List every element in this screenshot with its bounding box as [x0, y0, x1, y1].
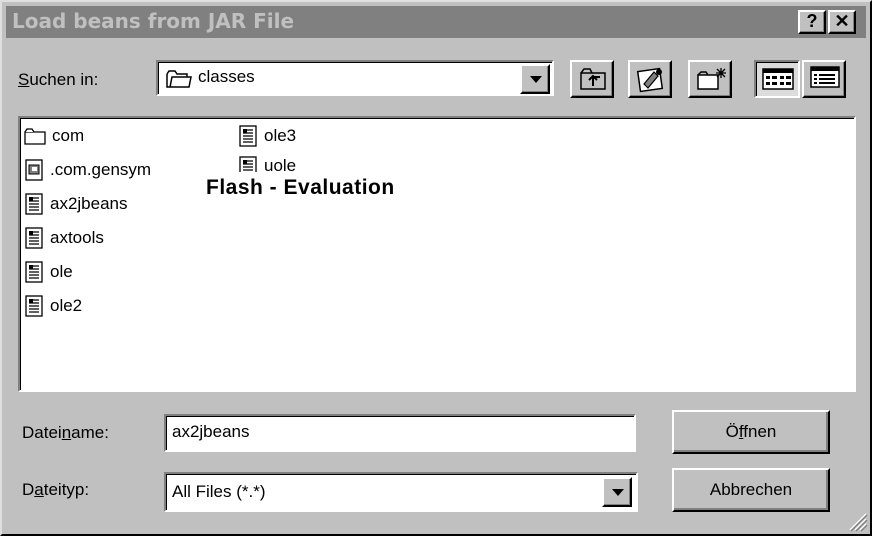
desktop-icon — [636, 67, 664, 93]
file-list-item[interactable]: .com.gensym — [24, 156, 151, 184]
chevron-down-icon — [612, 489, 624, 496]
document-icon — [239, 125, 257, 147]
file-name: .com.gensym — [50, 160, 152, 179]
document-icon — [239, 156, 257, 172]
document-icon — [25, 193, 43, 215]
file-list-item[interactable]: uole — [238, 156, 296, 172]
details-view-button[interactable] — [802, 60, 846, 98]
new-folder-button[interactable] — [688, 60, 732, 98]
help-icon: ? — [806, 11, 818, 31]
file-list[interactable]: com .com.gensym ax2jbeans axtools ole ole2 ole… — [18, 116, 856, 392]
file-list-item[interactable]: axtools — [24, 224, 104, 252]
desktop-button[interactable] — [628, 60, 672, 98]
filetype-label: Dateityp: — [22, 480, 90, 499]
chevron-down-icon — [530, 76, 542, 83]
look-in-dropdown-button[interactable] — [520, 64, 550, 94]
list-view-button[interactable] — [754, 60, 800, 98]
look-in-value: classes — [198, 67, 255, 86]
folder-icon — [24, 128, 46, 145]
close-icon: ✕ — [834, 11, 850, 31]
file-name: ole3 — [264, 126, 297, 145]
up-folder-icon — [580, 68, 606, 90]
filetype-combobox[interactable]: All Files (*.*) — [164, 472, 638, 512]
filename-value: ax2jbeans — [172, 422, 250, 441]
file-list-item[interactable]: ole2 — [24, 292, 82, 320]
filetype-value: All Files (*.*) — [172, 482, 266, 501]
close-button[interactable]: ✕ — [828, 10, 856, 34]
up-folder-button[interactable] — [570, 60, 614, 98]
file-name: ax2jbeans — [50, 194, 128, 213]
window-title: Load beans from JAR File — [12, 9, 295, 33]
look-in-label: Suchen in: — [18, 70, 99, 89]
document-icon — [25, 261, 43, 283]
help-button[interactable]: ? — [798, 10, 826, 34]
resize-grip-icon[interactable] — [846, 510, 868, 532]
folder-icon — [166, 70, 192, 88]
file-list-item[interactable]: ole — [24, 258, 73, 286]
new-folder-icon — [697, 68, 726, 90]
file-list-item[interactable]: ole3 — [238, 122, 296, 150]
title-bar[interactable]: Load beans from JAR File ? ✕ — [6, 6, 866, 38]
evaluation-watermark: Flash - Evaluation — [206, 176, 395, 199]
document-icon — [25, 295, 43, 317]
document-icon — [25, 227, 43, 249]
file-name: com — [52, 126, 85, 145]
load-beans-dialog: Load beans from JAR File ? ✕ Suchen in: … — [0, 0, 872, 536]
file-name: ole — [50, 262, 73, 281]
open-button[interactable]: Öffnen — [672, 410, 830, 454]
filetype-dropdown-button[interactable] — [602, 477, 632, 507]
file-name: uole — [264, 156, 297, 172]
file-list-item[interactable]: ax2jbeans — [24, 190, 128, 218]
filename-input[interactable]: ax2jbeans — [164, 414, 636, 452]
file-icon — [25, 159, 43, 181]
file-name: axtools — [50, 228, 104, 247]
filename-label: Dateiname: — [22, 423, 109, 442]
cancel-button[interactable]: Abbrechen — [672, 468, 830, 512]
details-view-icon — [810, 66, 840, 88]
list-view-icon — [762, 68, 794, 90]
file-list-item[interactable]: com — [24, 122, 84, 150]
file-name: ole2 — [50, 296, 83, 315]
look-in-combobox[interactable]: classes — [156, 60, 554, 96]
